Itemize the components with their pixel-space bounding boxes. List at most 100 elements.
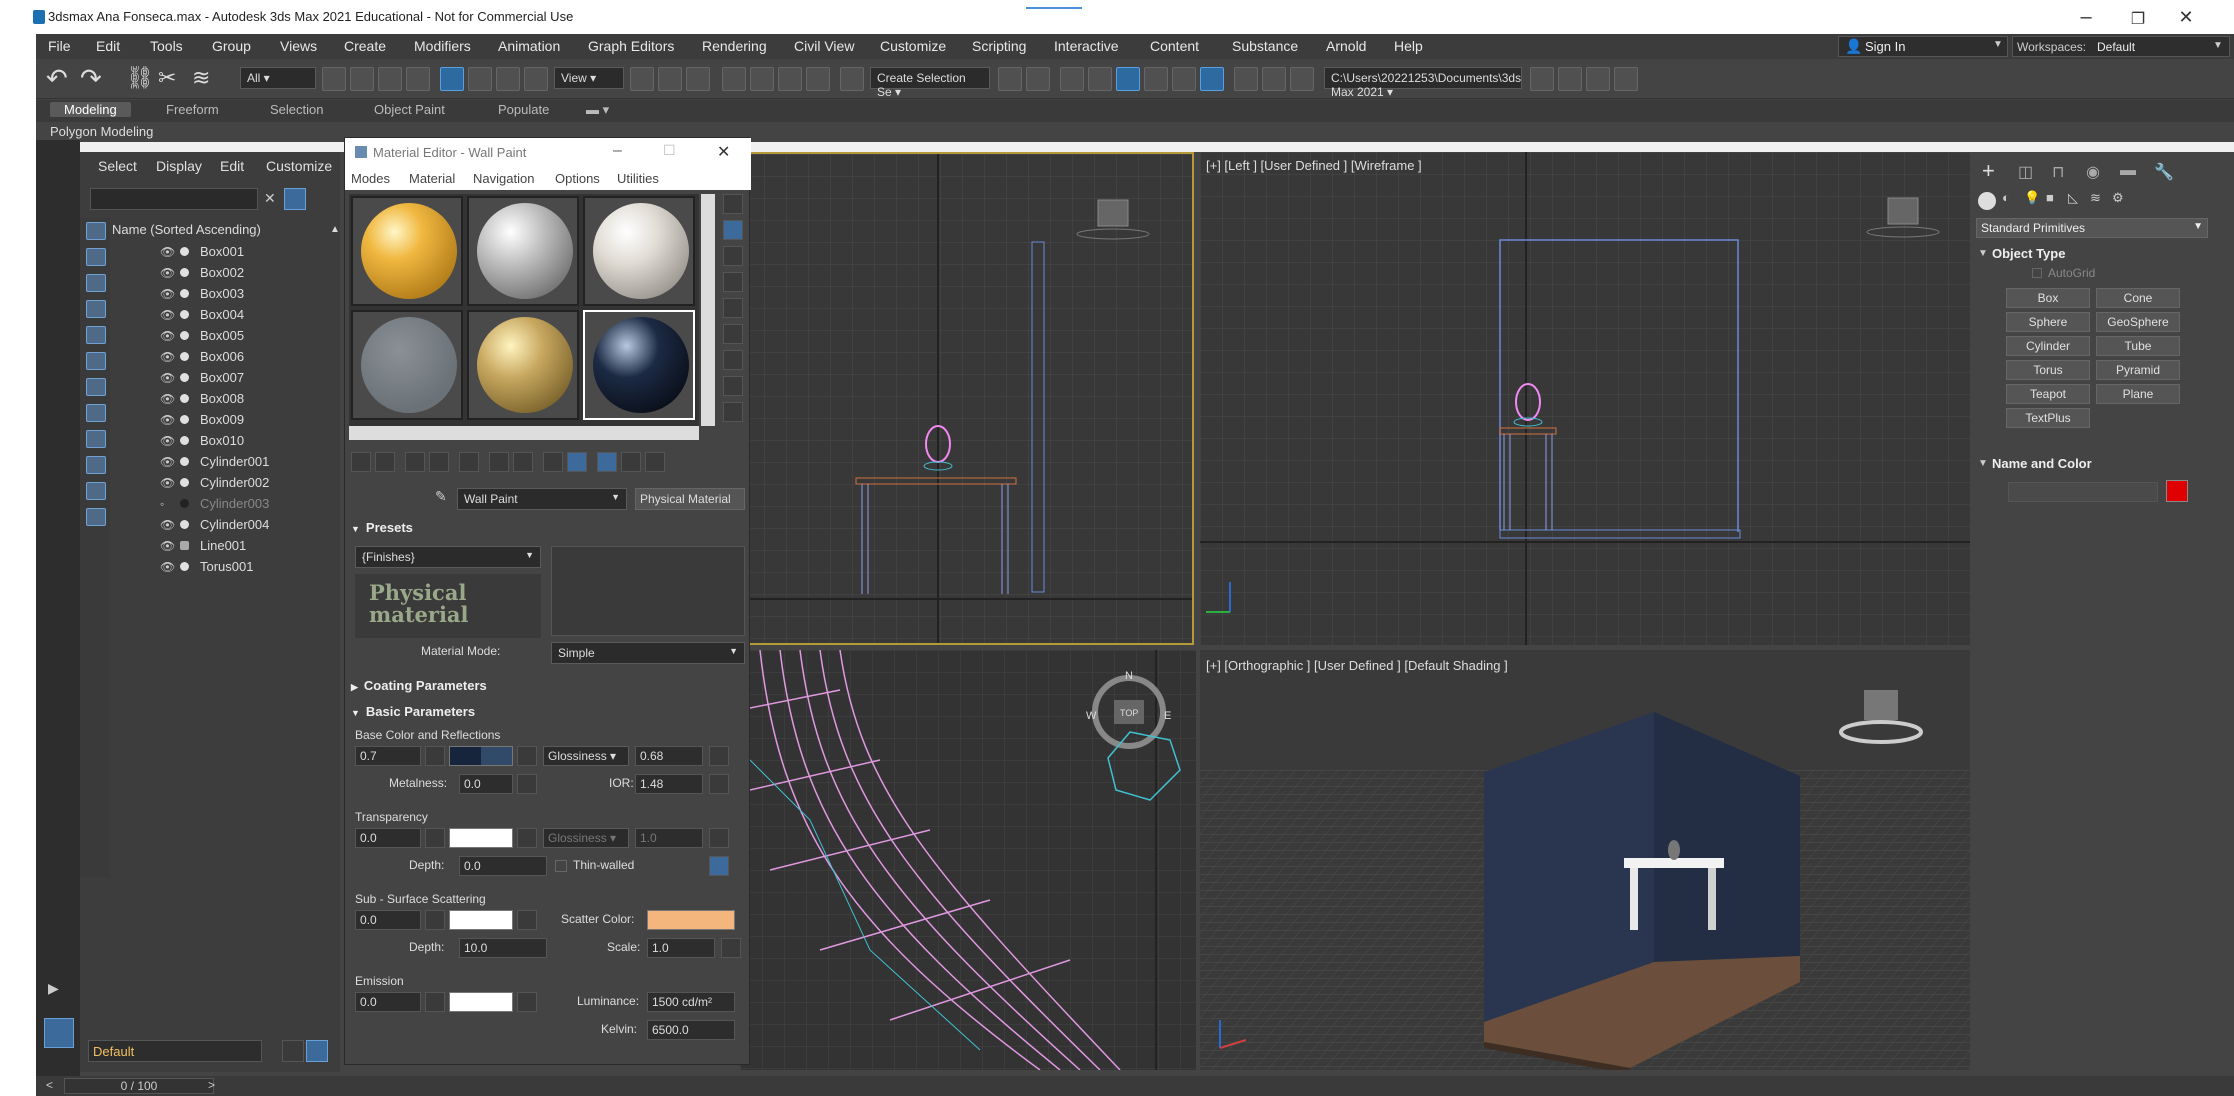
menu-interactive[interactable]: Interactive: [1054, 38, 1119, 54]
display-frozen-icon[interactable]: [86, 482, 106, 500]
next-frame-icon[interactable]: >: [208, 1078, 215, 1092]
menu-rendering[interactable]: Rendering: [702, 38, 767, 54]
menu-scripting[interactable]: Scripting: [972, 38, 1026, 54]
layer-dropdown[interactable]: Default: [88, 1040, 262, 1062]
edit-named-selection-icon[interactable]: [840, 67, 864, 91]
minimize-button[interactable]: –: [2066, 6, 2106, 29]
systems-icon[interactable]: ⚙: [2112, 190, 2124, 206]
display-shapes-icon[interactable]: [86, 248, 106, 266]
object-name-input[interactable]: [2008, 482, 2158, 502]
metalness-map-button[interactable]: [517, 774, 537, 794]
list-item[interactable]: 👁 Box001: [110, 242, 340, 262]
glossiness-dropdown[interactable]: Glossiness ▾: [543, 746, 629, 766]
select-by-material-icon[interactable]: [723, 376, 743, 396]
place-icon[interactable]: [524, 67, 548, 91]
emission-color-swatch[interactable]: [449, 992, 513, 1012]
list-item[interactable]: 👁 Cylinder001: [110, 452, 340, 472]
cameras-icon[interactable]: ■: [2046, 190, 2054, 205]
spinner-snap-icon[interactable]: [806, 67, 830, 91]
close-icon[interactable]: ✕: [717, 142, 730, 162]
material-name-field[interactable]: Wall Paint ▼: [457, 488, 627, 510]
move-icon[interactable]: [440, 67, 464, 91]
sss-color-map-button[interactable]: [517, 910, 537, 930]
link-icon[interactable]: ⛓: [126, 65, 154, 91]
eye-icon[interactable]: 👁: [160, 434, 175, 448]
menu-edit[interactable]: Edit: [96, 38, 120, 54]
luminance-spinner[interactable]: 1500 cd/m²: [647, 992, 735, 1012]
menu-file[interactable]: File: [48, 38, 71, 54]
me-menu-navigation[interactable]: Navigation: [473, 171, 534, 186]
redo-icon[interactable]: ↷: [80, 63, 102, 94]
show-end-result-icon[interactable]: [567, 452, 587, 472]
scatter-color-swatch[interactable]: [647, 910, 735, 930]
sample-scrollbar[interactable]: [701, 194, 715, 426]
glossiness-map-button[interactable]: [709, 746, 729, 766]
delete-icon[interactable]: [429, 452, 449, 472]
geosphere-button[interactable]: GeoSphere: [2096, 312, 2180, 332]
sample-slot[interactable]: [351, 310, 463, 420]
object-type-header[interactable]: Object Type: [1992, 246, 2065, 261]
rollout-collapse-icon[interactable]: ▼: [1978, 458, 1988, 469]
menu-animation[interactable]: Animation: [498, 38, 560, 54]
viewport-layout-icon[interactable]: [44, 1018, 74, 1048]
make-preview-icon[interactable]: [723, 324, 743, 344]
scene-menu-display[interactable]: Display: [156, 158, 202, 174]
perspective-viewport-label[interactable]: [+] [Orthographic ] [User Defined ] [Def…: [1206, 658, 1508, 673]
spacewarps-icon[interactable]: ≋: [2090, 190, 2101, 206]
make-unique-icon[interactable]: [459, 452, 479, 472]
layer-explorer-icon[interactable]: [1060, 67, 1084, 91]
list-item[interactable]: 👁 Box003: [110, 284, 340, 304]
render-setup-icon[interactable]: [1234, 67, 1258, 91]
display-groups-icon[interactable]: [86, 378, 106, 396]
hidden-eye-icon[interactable]: ◦: [160, 497, 164, 511]
sample-slot[interactable]: [583, 196, 695, 306]
prev-frame-icon[interactable]: <: [46, 1078, 53, 1092]
lock-icon[interactable]: [709, 856, 729, 876]
eye-icon[interactable]: 👁: [160, 392, 175, 406]
display-hidden-icon[interactable]: [86, 508, 106, 526]
maximize-icon[interactable]: ☐: [663, 142, 676, 159]
display-xrefs-icon[interactable]: [86, 404, 106, 422]
metalness-spinner[interactable]: 0.0: [459, 774, 513, 794]
material-type-button[interactable]: Physical Material: [635, 488, 745, 510]
display-lights-icon[interactable]: [86, 274, 106, 292]
base-weight-map-button[interactable]: [425, 746, 445, 766]
menu-views[interactable]: Views: [280, 38, 317, 54]
eye-icon[interactable]: 👁: [160, 329, 175, 343]
eye-icon[interactable]: 👁: [160, 245, 175, 259]
mirror-icon[interactable]: [998, 67, 1022, 91]
pick-material-icon[interactable]: [645, 452, 665, 472]
eye-icon[interactable]: 👁: [160, 308, 175, 322]
teapot-button[interactable]: Teapot: [2006, 384, 2090, 404]
menu-group[interactable]: Group: [212, 38, 251, 54]
textplus-button[interactable]: TextPlus: [2006, 408, 2090, 428]
cone-button[interactable]: Cone: [2096, 288, 2180, 308]
display-containers-icon[interactable]: [86, 456, 106, 474]
ior-map-button[interactable]: [709, 774, 729, 794]
eye-icon[interactable]: 👁: [160, 413, 175, 427]
menu-tools[interactable]: Tools: [150, 38, 183, 54]
helpers-icon[interactable]: ◺: [2068, 190, 2078, 206]
project-path-dropdown[interactable]: C:\Users\20221253\Documents\3ds Max 2021…: [1324, 67, 1522, 99]
sample-slot[interactable]: [467, 310, 579, 420]
layer-manager-icon[interactable]: [306, 1040, 328, 1062]
list-item[interactable]: 👁 Box002: [110, 263, 340, 283]
sample-slot-selected[interactable]: [583, 310, 695, 420]
sample-slot[interactable]: [467, 196, 579, 306]
scene-menu-customize[interactable]: Customize: [266, 158, 332, 174]
category-dropdown[interactable]: Standard Primitives ▼: [1976, 218, 2208, 238]
layer-stack-icon[interactable]: [282, 1040, 304, 1062]
list-item[interactable]: 👁 Box008: [110, 389, 340, 409]
workspaces-dropdown[interactable]: Workspaces: Default ▼: [2012, 36, 2230, 57]
ribbon-options-icon[interactable]: ▬ ▾: [586, 102, 609, 118]
eye-icon[interactable]: 👁: [160, 476, 175, 490]
thin-walled-checkbox[interactable]: [555, 860, 567, 872]
scene-search-input[interactable]: [90, 188, 258, 210]
me-menu-material[interactable]: Material: [409, 171, 455, 186]
tab-modeling[interactable]: Modeling: [50, 102, 131, 117]
emission-spinner[interactable]: 0.0: [355, 992, 421, 1012]
selection-filter-dropdown[interactable]: All ▾: [240, 67, 316, 89]
expand-icon[interactable]: ▶: [48, 980, 59, 997]
create-selection-set-dropdown[interactable]: Create Selection Se ▾: [870, 67, 990, 99]
left-viewport-label[interactable]: [+] [Left ] [User Defined ] [Wireframe ]: [1206, 158, 1422, 173]
